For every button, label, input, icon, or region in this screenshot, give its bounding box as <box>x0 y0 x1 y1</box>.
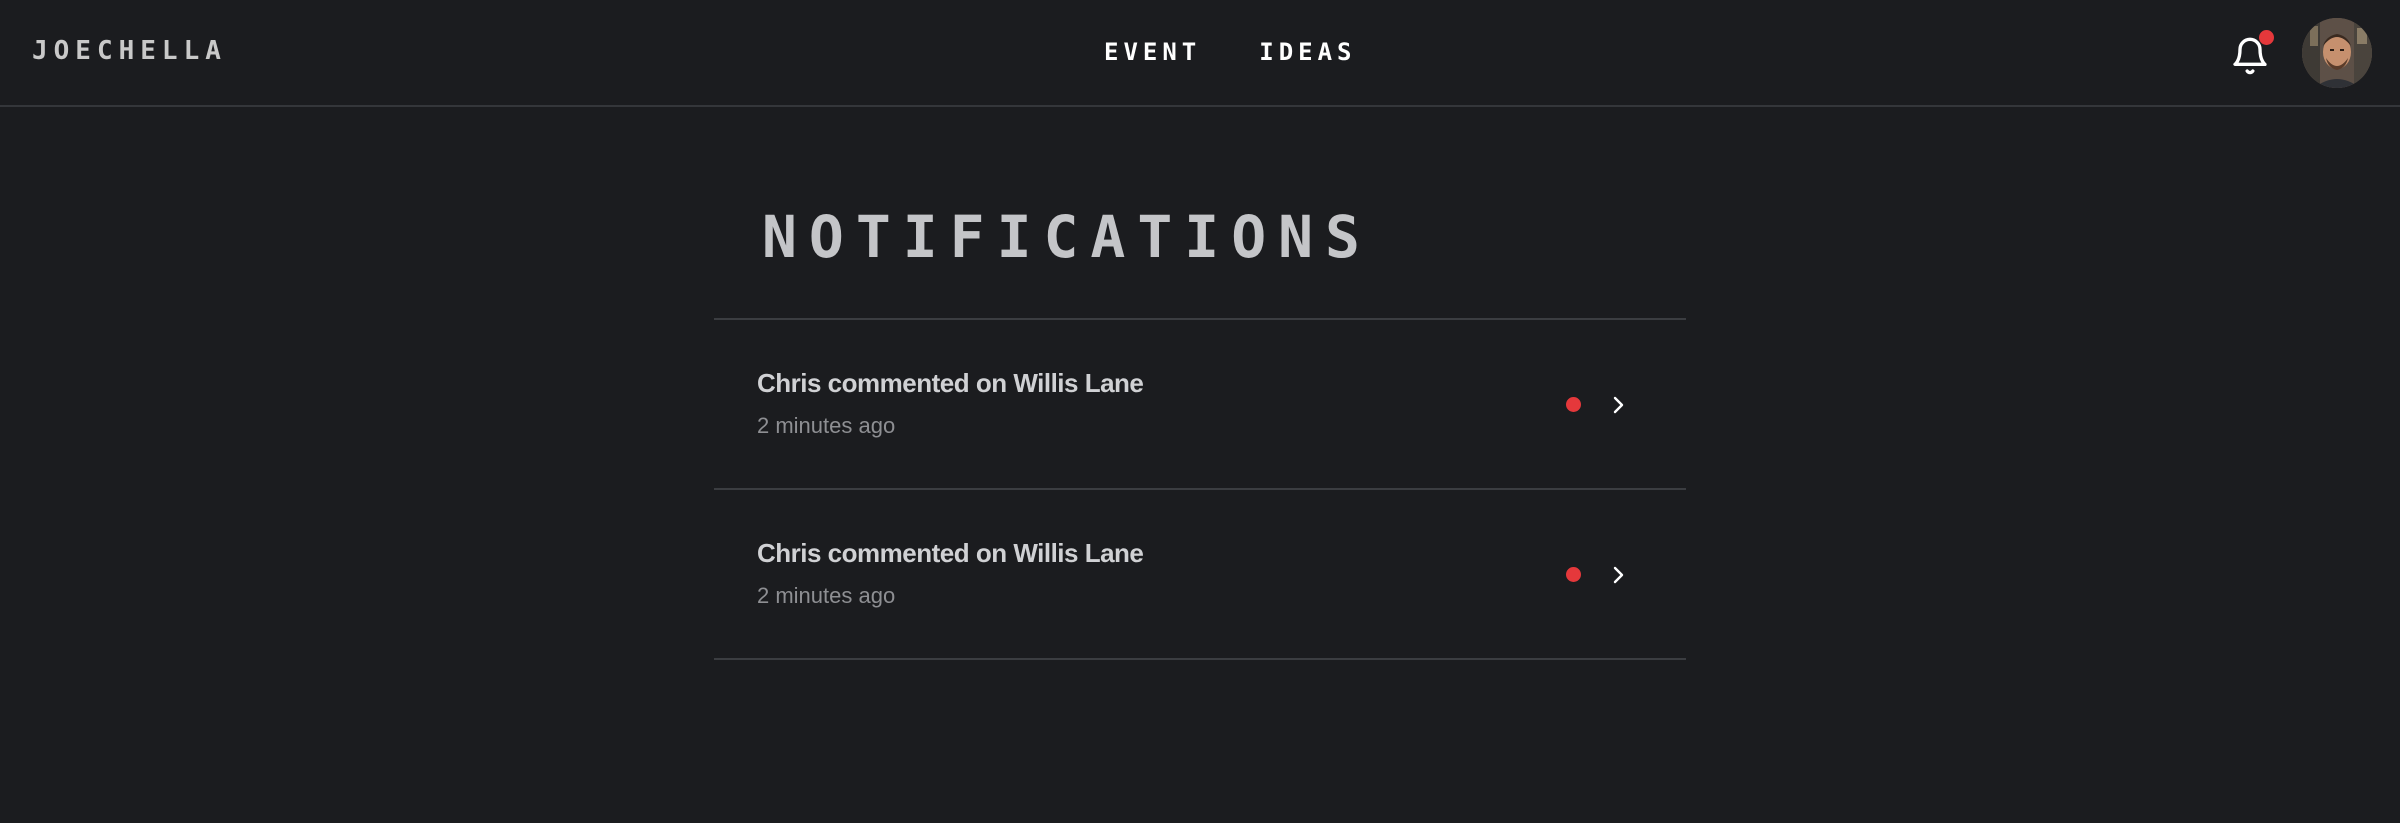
notification-list: Chris commented on Willis Lane 2 minutes… <box>714 318 1686 660</box>
notification-badge-dot <box>2259 30 2274 45</box>
nav-link-ideas[interactable]: IDEAS <box>1259 38 1356 66</box>
page-title: NOTIFICATIONS <box>762 203 1372 271</box>
nav-link-event[interactable]: EVENT <box>1104 38 1201 66</box>
avatar[interactable] <box>2302 18 2372 88</box>
top-bar: JOECHELLA EVENT IDEAS <box>0 0 2400 107</box>
notification-text: Chris commented on Willis Lane <box>757 368 1144 398</box>
notification-time: 2 minutes ago <box>757 583 896 608</box>
notification-item[interactable]: Chris commented on Willis Lane 2 minutes… <box>714 490 1686 660</box>
avatar-image <box>2302 18 2372 88</box>
unread-indicator <box>1566 397 1581 412</box>
notification-text: Chris commented on Willis Lane <box>757 538 1144 568</box>
main-nav: EVENT IDEAS <box>1104 38 1357 66</box>
unread-indicator <box>1566 567 1581 582</box>
notification-item[interactable]: Chris commented on Willis Lane 2 minutes… <box>714 320 1686 490</box>
chevron-right-icon[interactable] <box>1606 562 1630 588</box>
notifications-page: NOTIFICATIONS Chris commented on Willis … <box>714 107 1686 660</box>
brand-logo[interactable]: JOECHELLA <box>32 36 227 66</box>
chevron-right-icon[interactable] <box>1606 392 1630 418</box>
notification-time: 2 minutes ago <box>757 413 896 438</box>
